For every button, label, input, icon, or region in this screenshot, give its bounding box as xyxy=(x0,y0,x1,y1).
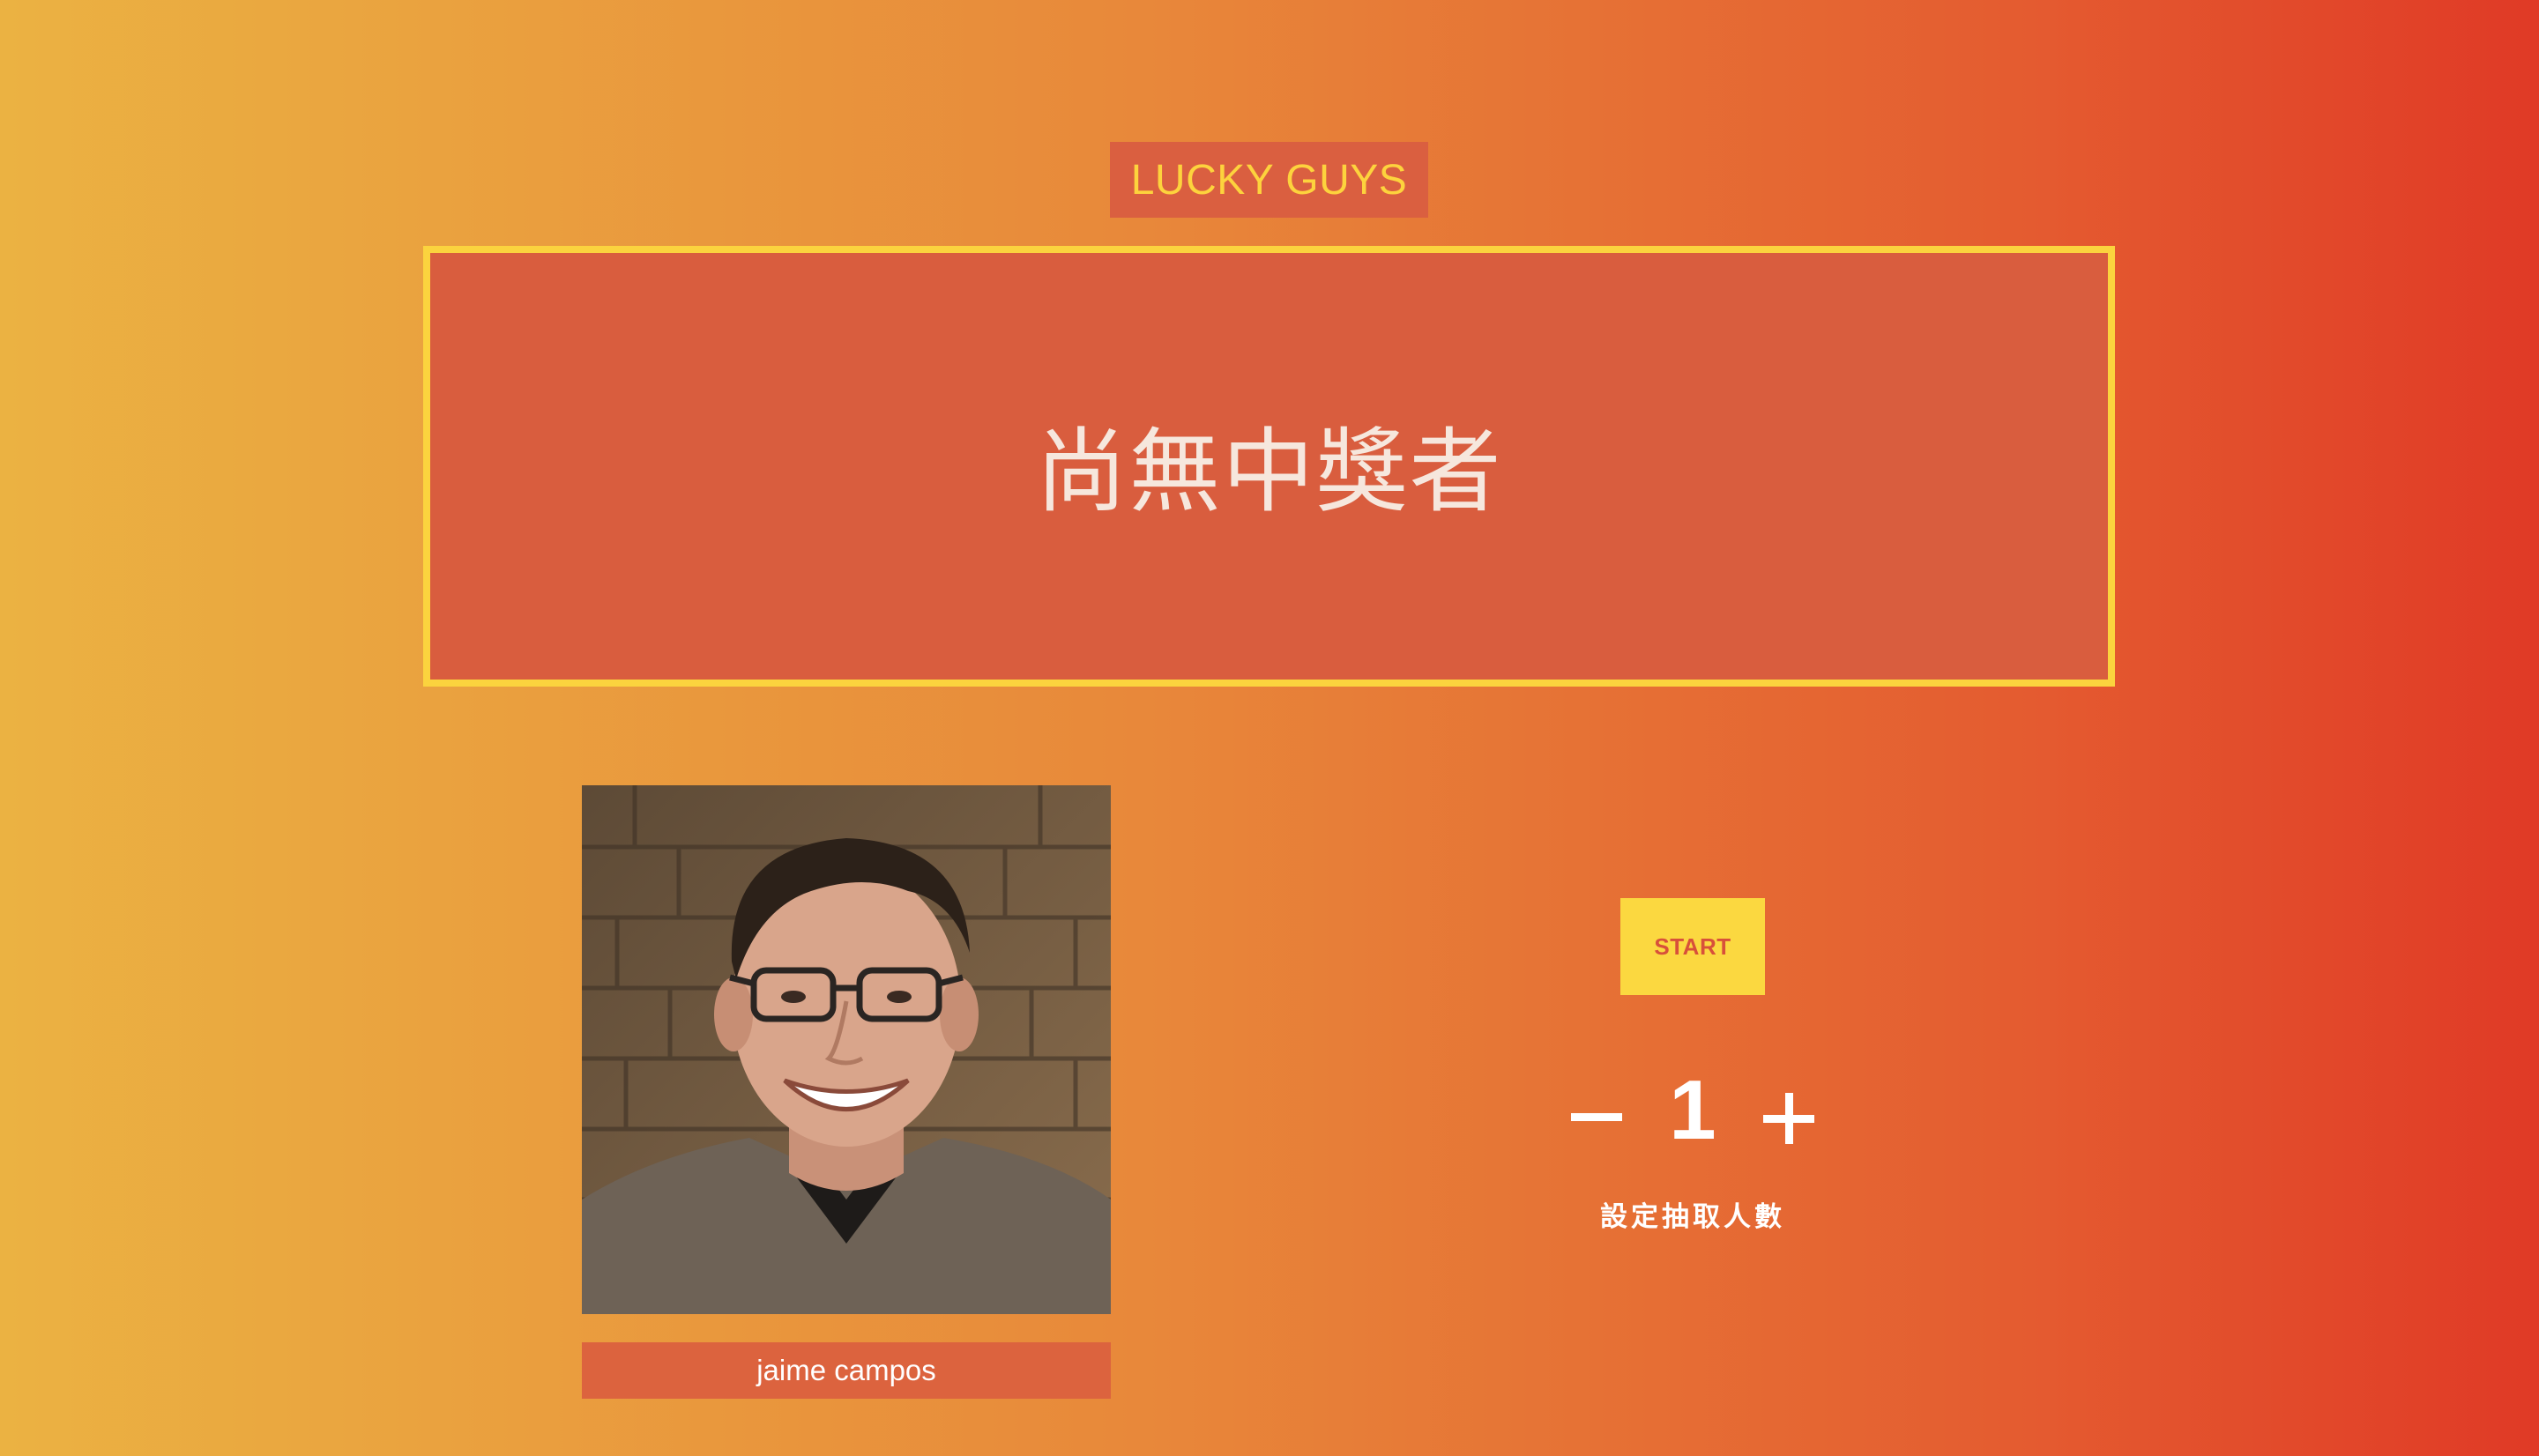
person-photo-icon xyxy=(582,785,1111,1314)
winner-display-panel: 尚無中獎者 xyxy=(423,246,2115,687)
plus-icon[interactable] xyxy=(1760,1062,1818,1159)
minus-icon[interactable] xyxy=(1567,1062,1626,1159)
draw-count-stepper: 1 xyxy=(1552,1062,1834,1159)
draw-count-value: 1 xyxy=(1669,1063,1716,1157)
draw-count-label: 設定抽取人數 xyxy=(1600,1201,1785,1233)
winner-placeholder-text: 尚無中獎者 xyxy=(1035,417,1503,525)
page-title: LUCKY GUYS xyxy=(1110,142,1428,218)
participant-name: jaime campos xyxy=(582,1342,1111,1399)
participant-photo xyxy=(582,785,1111,1314)
start-button[interactable]: START xyxy=(1620,898,1765,995)
